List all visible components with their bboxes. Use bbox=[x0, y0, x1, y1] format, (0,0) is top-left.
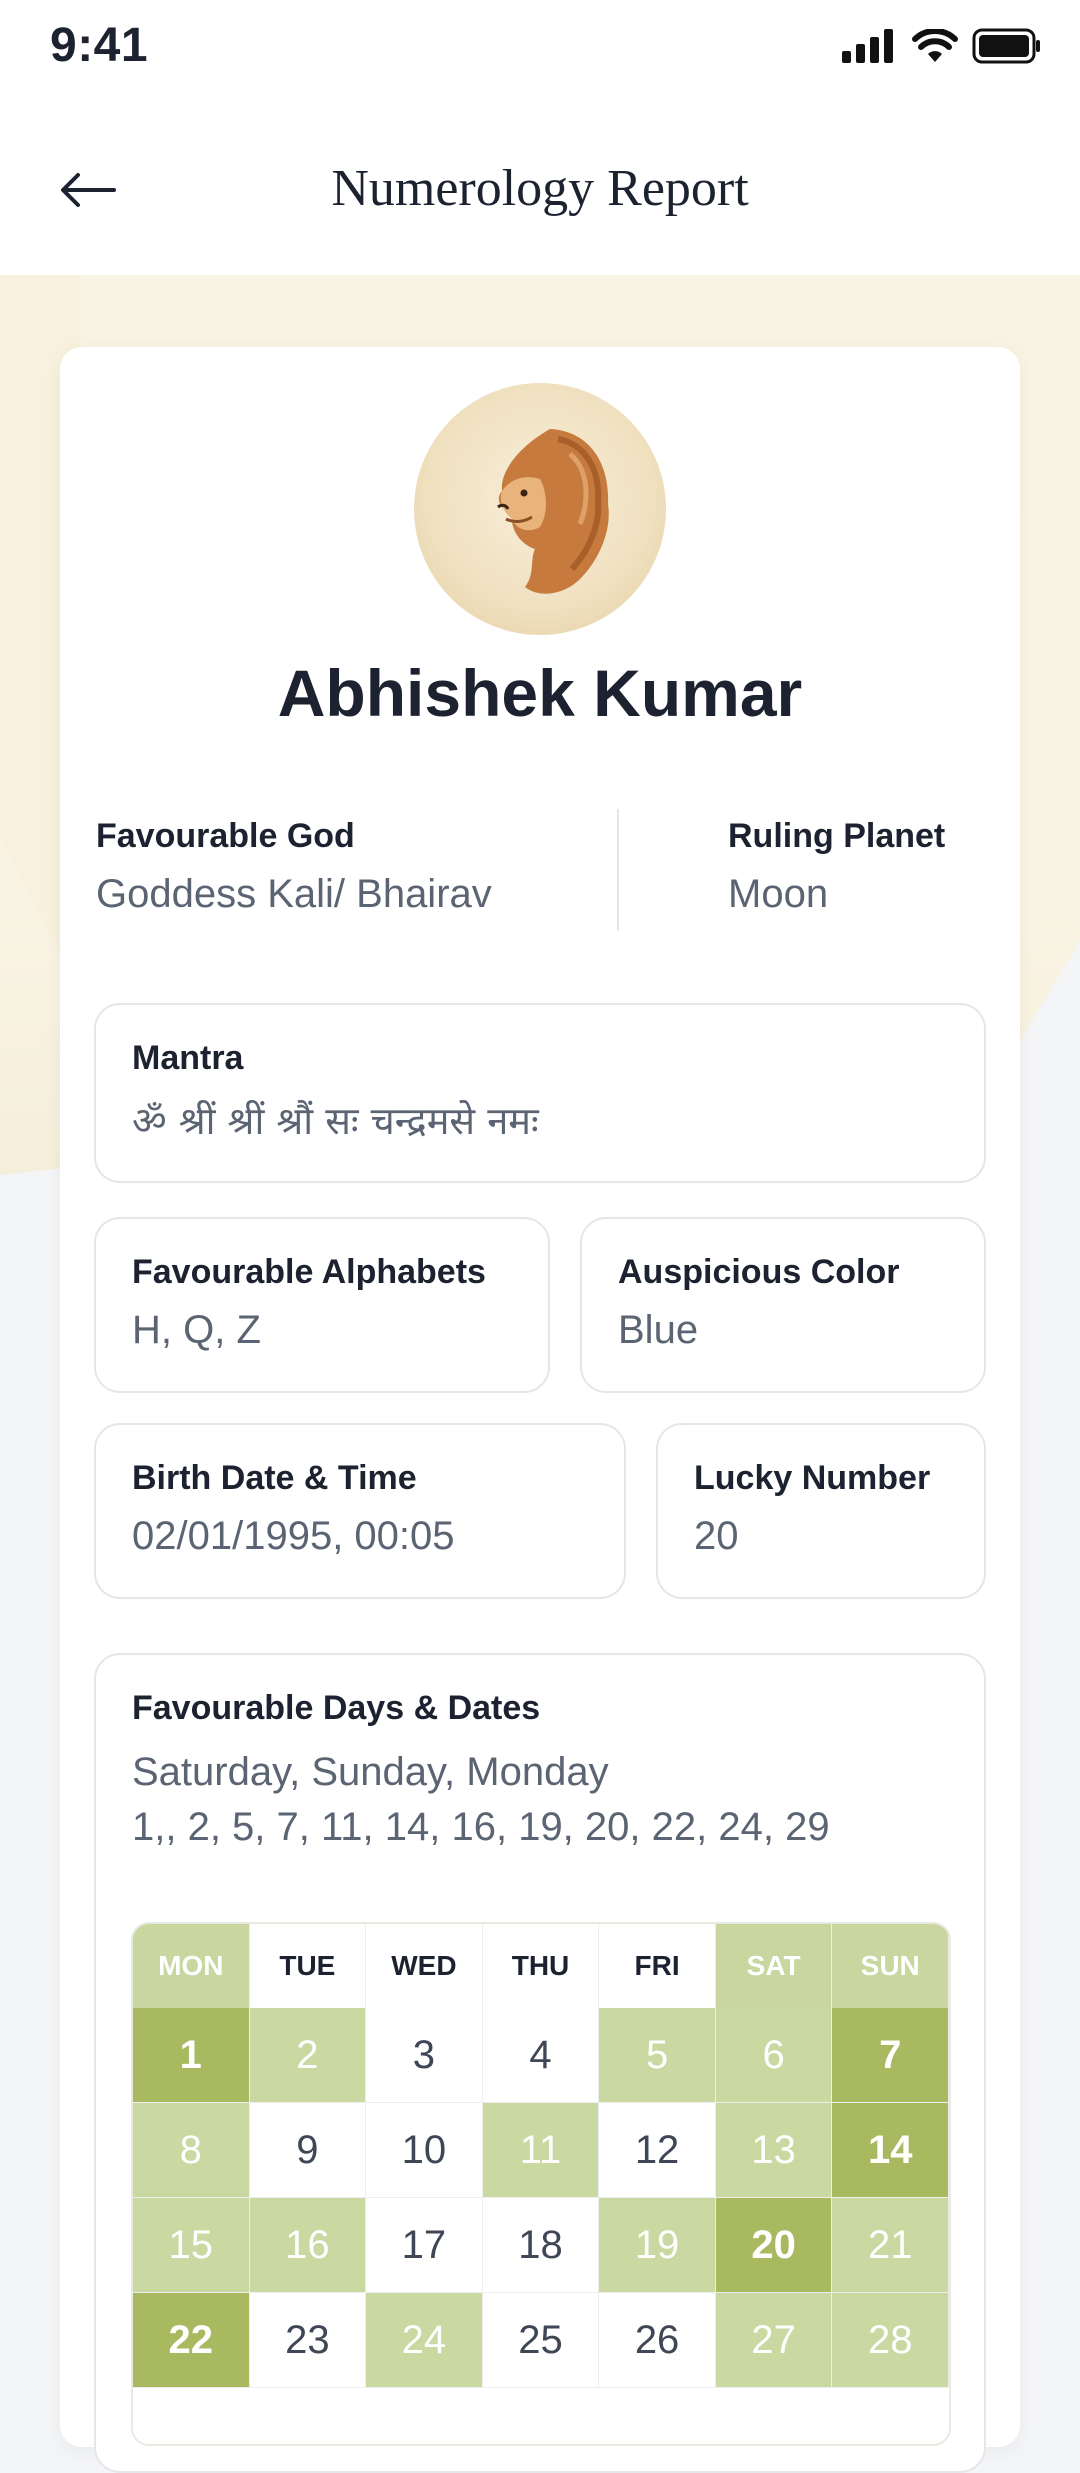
status-icons bbox=[842, 28, 1042, 64]
report-card: Abhishek Kumar Favourable God Goddess Ka… bbox=[60, 347, 1020, 2473]
calendar-day[interactable]: 7 bbox=[832, 2008, 949, 2103]
battery-icon bbox=[972, 28, 1040, 64]
mantra-label: Mantra bbox=[132, 1039, 244, 1077]
page-title: Numerology Report bbox=[331, 160, 749, 217]
calendar-day[interactable]: 21 bbox=[832, 2198, 949, 2293]
calendar-day[interactable]: 13 bbox=[715, 2103, 833, 2198]
calendar-day[interactable]: 24 bbox=[366, 2293, 483, 2388]
lucky-number-card: Lucky Number 20 bbox=[656, 1423, 986, 1599]
ruling-planet-label: Ruling Planet bbox=[728, 817, 946, 855]
user-name: Abhishek Kumar bbox=[277, 656, 803, 730]
calendar-day[interactable]: 3 bbox=[366, 2008, 483, 2103]
calendar-day[interactable]: 27 bbox=[715, 2293, 833, 2388]
favourable-alphabets-value: H, Q, Z bbox=[132, 1308, 261, 1352]
mantra-card: Mantra ॐ श्रीं श्रीं श्रौं सः चन्द्रमसे … bbox=[94, 1003, 986, 1183]
calendar-weekday-fri: FRI bbox=[599, 1924, 716, 2008]
calendar-day[interactable]: 20 bbox=[715, 2198, 833, 2293]
calendar-weekday-mon: MON bbox=[133, 1924, 250, 2008]
calendar-day[interactable]: 2 bbox=[249, 2008, 367, 2103]
auspicious-color-label: Auspicious Color bbox=[618, 1253, 900, 1291]
favourable-alphabets-card: Favourable Alphabets H, Q, Z bbox=[94, 1217, 550, 1393]
ruling-planet-value: Moon bbox=[728, 872, 829, 916]
calendar-day[interactable]: 26 bbox=[599, 2293, 716, 2388]
calendar-day[interactable]: 28 bbox=[832, 2293, 949, 2388]
status-time: 9:41 bbox=[50, 19, 149, 72]
ruling-planet: Ruling Planet Moon bbox=[728, 817, 945, 917]
calendar-weekday-tue: TUE bbox=[250, 1924, 367, 2008]
calendar-day[interactable]: 22 bbox=[133, 2293, 250, 2388]
favourable-god-label: Favourable God bbox=[96, 817, 355, 855]
favourable-god: Favourable God Goddess Kali/ Bhairav bbox=[96, 817, 492, 917]
calendar-day[interactable]: 23 bbox=[249, 2293, 367, 2388]
status-bar: 9:41 bbox=[0, 0, 1080, 95]
calendar-weekday-sat: SAT bbox=[715, 1924, 833, 2008]
birth-date-label: Birth Date & Time bbox=[132, 1459, 417, 1497]
calendar-day[interactable]: 10 bbox=[366, 2103, 483, 2198]
favourable-days-label: Favourable Days & Dates bbox=[132, 1689, 541, 1727]
calendar-day[interactable]: 15 bbox=[133, 2198, 250, 2293]
calendar-day[interactable]: 19 bbox=[599, 2198, 716, 2293]
calendar-day[interactable]: 17 bbox=[366, 2198, 483, 2293]
favourable-alphabets-label: Favourable Alphabets bbox=[132, 1253, 486, 1291]
calendar-day[interactable]: 6 bbox=[715, 2008, 833, 2103]
birth-date-card: Birth Date & Time 02/01/1995, 00:05 bbox=[94, 1423, 626, 1599]
lucky-number-value: 20 bbox=[694, 1514, 739, 1558]
lion-icon bbox=[497, 429, 609, 594]
app-header: Numerology Report bbox=[0, 95, 1080, 275]
calendar-day[interactable]: 16 bbox=[249, 2198, 367, 2293]
calendar-weekday-thu: THU bbox=[483, 1924, 600, 2008]
favourable-dates-list: 1,, 2, 5, 7, 11, 14, 16, 19, 20, 22, 24,… bbox=[132, 1805, 830, 1849]
birth-date-value: 02/01/1995, 00:05 bbox=[132, 1514, 455, 1558]
calendar-day[interactable]: 1 bbox=[133, 2008, 250, 2103]
favourable-god-value: Goddess Kali/ Bhairav bbox=[96, 872, 492, 916]
calendar-day[interactable]: 5 bbox=[599, 2008, 716, 2103]
calendar-day[interactable]: 8 bbox=[133, 2103, 250, 2198]
calendar-day[interactable]: 18 bbox=[482, 2198, 600, 2293]
calendar-day[interactable]: 12 bbox=[599, 2103, 716, 2198]
auspicious-color-value: Blue bbox=[618, 1308, 699, 1352]
calendar-day[interactable]: 4 bbox=[482, 2008, 600, 2103]
lucky-number-label: Lucky Number bbox=[694, 1459, 931, 1497]
calendar-day[interactable]: 25 bbox=[482, 2293, 600, 2388]
mantra-value: ॐ श्रीं श्रीं श्रौं सः चन्द्रमसे नमः bbox=[132, 1099, 539, 1143]
calendar-day[interactable]: 14 bbox=[832, 2103, 949, 2198]
auspicious-color-card: Auspicious Color Blue bbox=[580, 1217, 986, 1393]
calendar-weekday-wed: WED bbox=[366, 1924, 483, 2008]
signal-icon bbox=[842, 29, 893, 63]
calendar-weekday-sun: SUN bbox=[832, 1924, 949, 2008]
avatar bbox=[414, 383, 666, 635]
wifi-icon bbox=[912, 29, 958, 62]
calendar-day[interactable]: 9 bbox=[249, 2103, 367, 2198]
divider bbox=[617, 809, 619, 931]
calendar-day[interactable]: 11 bbox=[482, 2103, 600, 2198]
calendar-grid: MON TUE WED THU FRI SAT SUN 1 2 3 4 5 6 7 8 9 10 11 12 13 14… bbox=[131, 1922, 951, 2446]
favourable-days-list: Saturday, Sunday, Monday bbox=[132, 1750, 609, 1794]
